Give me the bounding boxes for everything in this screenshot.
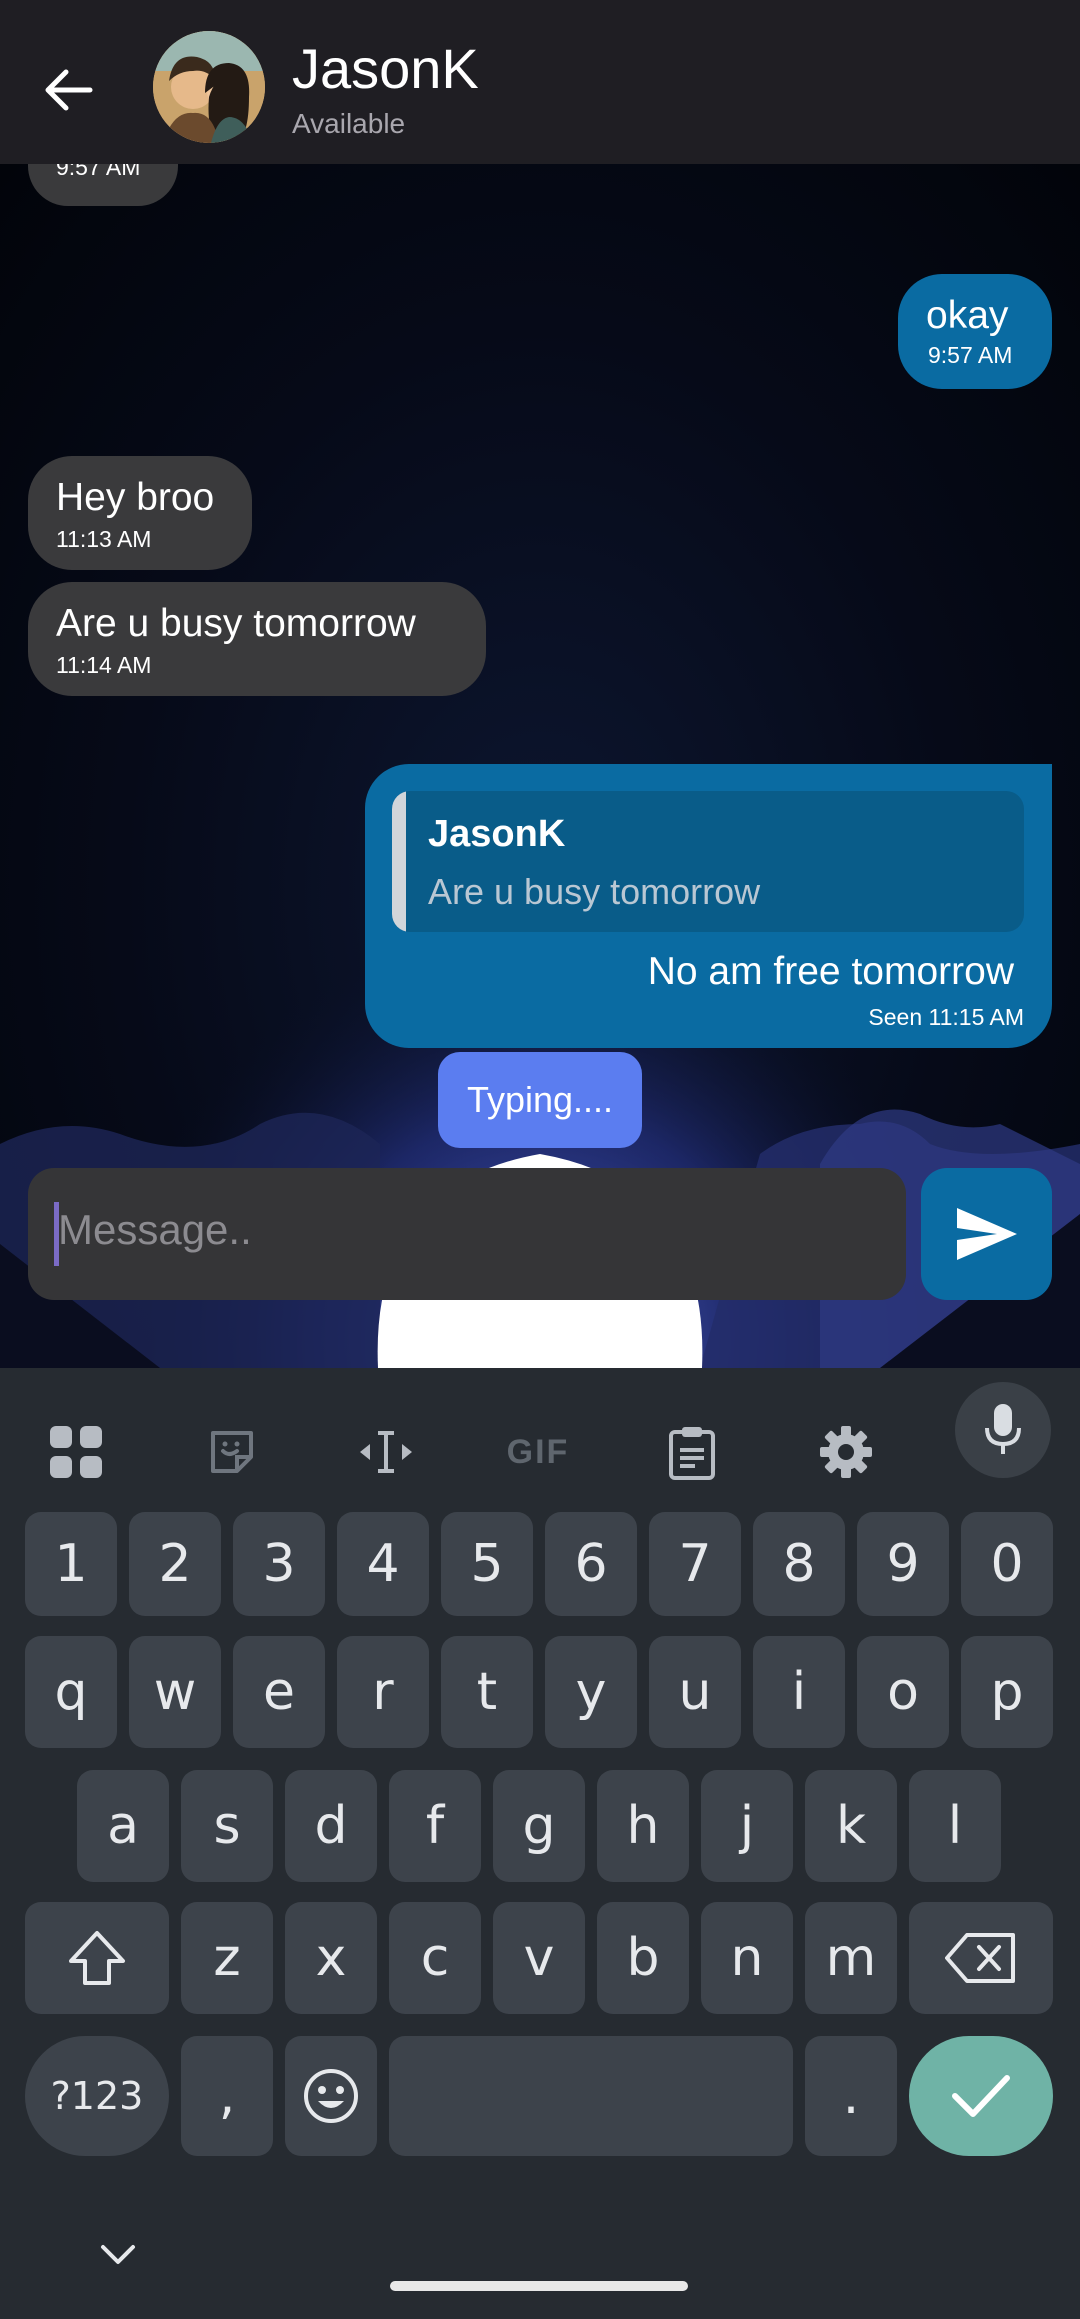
key-p[interactable]: p: [961, 1636, 1053, 1748]
gif-icon: GIF: [506, 1432, 570, 1471]
arrow-left-icon: [45, 69, 93, 111]
key-2[interactable]: 2: [129, 1512, 221, 1616]
message-text: Hey broo: [56, 476, 215, 519]
settings-button[interactable]: [798, 1404, 894, 1500]
key-k[interactable]: k: [805, 1770, 897, 1882]
message-time: 9:57 AM: [56, 164, 141, 180]
reply-quote-name: JasonK: [428, 813, 566, 855]
key-g[interactable]: g: [493, 1770, 585, 1882]
hide-keyboard-button[interactable]: [88, 2230, 148, 2280]
key-t[interactable]: t: [441, 1636, 533, 1748]
send-button[interactable]: [921, 1168, 1052, 1300]
key-r[interactable]: r: [337, 1636, 429, 1748]
reply-quote[interactable]: JasonK Are u busy tomorrow: [392, 791, 1024, 932]
shift-icon: [69, 1931, 125, 1985]
key-1[interactable]: 1: [25, 1512, 117, 1616]
back-button[interactable]: [28, 50, 108, 130]
key-q[interactable]: q: [25, 1636, 117, 1748]
text-editing-button[interactable]: [338, 1404, 434, 1500]
key-v[interactable]: v: [493, 1902, 585, 2014]
key-7[interactable]: 7: [649, 1512, 741, 1616]
send-icon: [956, 1208, 1017, 1260]
message-text: okay: [926, 294, 1009, 337]
chat-header: JasonK Available: [0, 0, 1080, 164]
key-8[interactable]: 8: [753, 1512, 845, 1616]
sticker-button[interactable]: [184, 1404, 280, 1500]
key-m[interactable]: m: [805, 1902, 897, 2014]
message-time: 11:14 AM: [56, 652, 152, 678]
enter-key[interactable]: [909, 2036, 1053, 2156]
message-bubble-incoming[interactable]: 9:57 AM: [28, 164, 178, 206]
emoji-key[interactable]: [285, 2036, 377, 2156]
soft-keyboard: GIF 1 2 3 4 5 6 7 8 9 0 q w e r t y u i …: [0, 1368, 1080, 2319]
emoji-icon: [304, 2069, 358, 2123]
avatar[interactable]: [153, 31, 265, 143]
key-f[interactable]: f: [389, 1770, 481, 1882]
apps-grid-button[interactable]: [28, 1404, 124, 1500]
backspace-key[interactable]: [909, 1902, 1053, 2014]
key-h[interactable]: h: [597, 1770, 689, 1882]
apps-grid-icon: [50, 1426, 102, 1478]
key-w[interactable]: w: [129, 1636, 221, 1748]
backspace-icon: [945, 1933, 1015, 1983]
text-cursor-icon: [360, 1431, 412, 1473]
message-placeholder: Message..: [58, 1206, 252, 1253]
chat-area[interactable]: 9:57 AM okay 9:57 AM Hey broo 11:13 AM A…: [0, 164, 1080, 1368]
contact-status: Available: [292, 108, 406, 139]
key-n[interactable]: n: [701, 1902, 793, 2014]
key-z[interactable]: z: [181, 1902, 273, 2014]
key-s[interactable]: s: [181, 1770, 273, 1882]
key-i[interactable]: i: [753, 1636, 845, 1748]
space-bar[interactable]: [389, 2036, 793, 2156]
message-bubble-outgoing-reply[interactable]: JasonK Are u busy tomorrow No am free to…: [365, 764, 1052, 1048]
key-5[interactable]: 5: [441, 1512, 533, 1616]
key-j[interactable]: j: [701, 1770, 793, 1882]
key-d[interactable]: d: [285, 1770, 377, 1882]
clipboard-button[interactable]: [644, 1404, 740, 1500]
message-text: No am free tomorrow: [647, 950, 1014, 993]
contact-name[interactable]: JasonK: [292, 36, 479, 101]
message-input[interactable]: Message..: [28, 1168, 906, 1300]
chevron-down-icon: [101, 2245, 135, 2264]
reply-quote-bar: [392, 791, 406, 932]
gif-button[interactable]: GIF: [490, 1404, 586, 1500]
key-o[interactable]: o: [857, 1636, 949, 1748]
message-bubble-outgoing[interactable]: okay 9:57 AM: [898, 274, 1052, 389]
key-4[interactable]: 4: [337, 1512, 429, 1616]
microphone-icon: [985, 1404, 1021, 1454]
key-u[interactable]: u: [649, 1636, 741, 1748]
key-y[interactable]: y: [545, 1636, 637, 1748]
message-time: 11:13 AM: [56, 526, 152, 552]
check-icon: [952, 2075, 1010, 2117]
message-bubble-incoming[interactable]: Are u busy tomorrow 11:14 AM: [28, 582, 486, 696]
key-0[interactable]: 0: [961, 1512, 1053, 1616]
gesture-nav-handle[interactable]: [390, 2281, 688, 2291]
message-text: Are u busy tomorrow: [56, 602, 416, 645]
message-bubble-incoming[interactable]: Hey broo 11:13 AM: [28, 456, 252, 570]
message-status-time: Seen 11:15 AM: [868, 1004, 1024, 1030]
key-3[interactable]: 3: [233, 1512, 325, 1616]
key-6[interactable]: 6: [545, 1512, 637, 1616]
key-x[interactable]: x: [285, 1902, 377, 2014]
voice-input-button[interactable]: [955, 1382, 1051, 1478]
sticker-icon: [211, 1431, 253, 1473]
key-a[interactable]: a: [77, 1770, 169, 1882]
key-comma[interactable]: ,: [181, 2036, 273, 2156]
gear-icon: [820, 1426, 872, 1478]
key-l[interactable]: l: [909, 1770, 1001, 1882]
reply-quote-text: Are u busy tomorrow: [428, 871, 761, 912]
symbols-key[interactable]: ?123: [25, 2036, 169, 2156]
shift-key[interactable]: [25, 1902, 169, 2014]
key-period[interactable]: .: [805, 2036, 897, 2156]
clipboard-icon: [669, 1427, 715, 1480]
typing-indicator: Typing....: [438, 1052, 642, 1148]
message-time: 9:57 AM: [928, 342, 1013, 368]
key-b[interactable]: b: [597, 1902, 689, 2014]
key-9[interactable]: 9: [857, 1512, 949, 1616]
key-c[interactable]: c: [389, 1902, 481, 2014]
key-e[interactable]: e: [233, 1636, 325, 1748]
